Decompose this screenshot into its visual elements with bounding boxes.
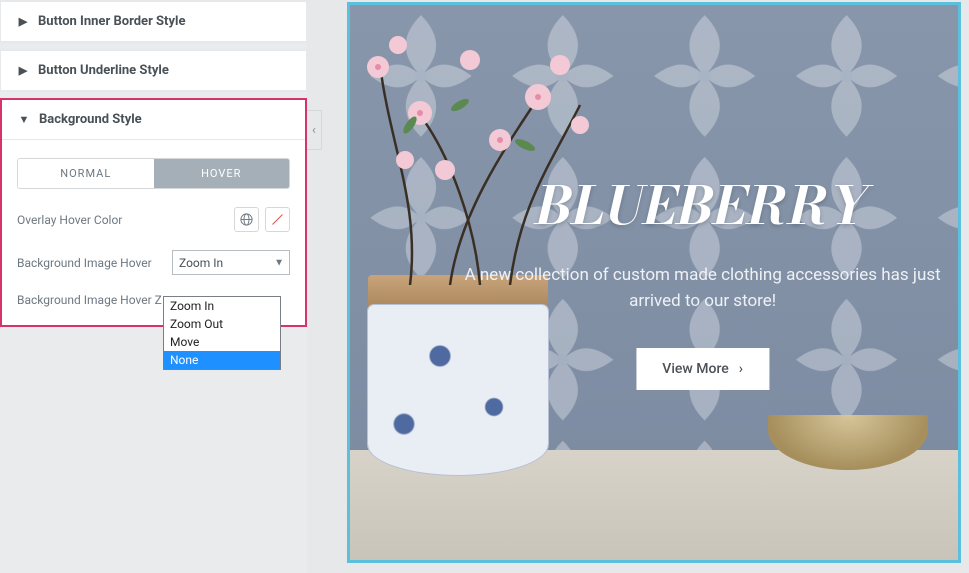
chevron-down-icon: ▼	[274, 257, 284, 268]
state-tabs: Normal Hover	[17, 158, 290, 189]
accordion-button-underline[interactable]: ▶ Button Underline Style	[1, 50, 306, 91]
background-style-body: Normal Hover Overlay Hover Color	[2, 140, 305, 325]
dropdown-option-move[interactable]: Move	[164, 333, 280, 351]
hero-title: BLUEBERRY	[459, 165, 945, 245]
collapse-sidebar-button[interactable]: ‹	[307, 110, 322, 150]
accordion-label: Button Underline Style	[38, 63, 169, 78]
caret-right-icon: ▶	[16, 64, 30, 77]
caret-down-icon: ▼	[17, 113, 31, 126]
globe-icon[interactable]	[234, 207, 259, 232]
chevron-left-icon: ‹	[312, 123, 316, 138]
label-bg-image-hover: Background Image Hover	[17, 256, 152, 270]
select-value: Zoom In	[179, 256, 223, 270]
accordion-button-inner-border[interactable]: ▶ Button Inner Border Style	[1, 1, 306, 42]
settings-sidebar: ▶ Button Inner Border Style ▶ Button Und…	[0, 0, 307, 573]
accordion-label: Background Style	[39, 112, 142, 127]
label-overlay-hover-color: Overlay Hover Color	[17, 213, 122, 227]
dropdown-option-zoom-in[interactable]: Zoom In	[164, 297, 280, 315]
preview-frame[interactable]: BLUEBERRY A new collection of custom mad…	[347, 2, 961, 563]
tab-hover[interactable]: Hover	[154, 159, 290, 188]
button-label: View More	[662, 361, 728, 377]
hero-content: BLUEBERRY A new collection of custom mad…	[459, 165, 945, 390]
caret-right-icon: ▶	[16, 15, 30, 28]
dropdown-option-zoom-out[interactable]: Zoom Out	[164, 315, 280, 333]
view-more-button[interactable]: View More ›	[636, 348, 769, 390]
dropdown-option-none[interactable]: None	[164, 351, 280, 369]
accordion-label: Button Inner Border Style	[38, 14, 185, 29]
bg-image-hover-select[interactable]: Zoom In ▼	[172, 250, 290, 275]
label-bg-image-hover-z: Background Image Hover Z	[17, 293, 162, 307]
background-style-panel-highlight: ▼ Background Style Normal Hover Overlay …	[0, 98, 307, 327]
accordion-background-style[interactable]: ▼ Background Style	[2, 100, 305, 140]
overlay-hover-color-control	[234, 207, 290, 232]
tab-normal[interactable]: Normal	[18, 159, 154, 188]
bg-image-hover-dropdown: Zoom In Zoom Out Move None	[163, 296, 281, 370]
preview-canvas: BLUEBERRY A new collection of custom mad…	[347, 0, 969, 573]
chevron-right-icon: ›	[739, 361, 743, 377]
hero-subtitle: A new collection of custom made clothing…	[459, 263, 945, 314]
no-color-icon[interactable]	[265, 207, 290, 232]
